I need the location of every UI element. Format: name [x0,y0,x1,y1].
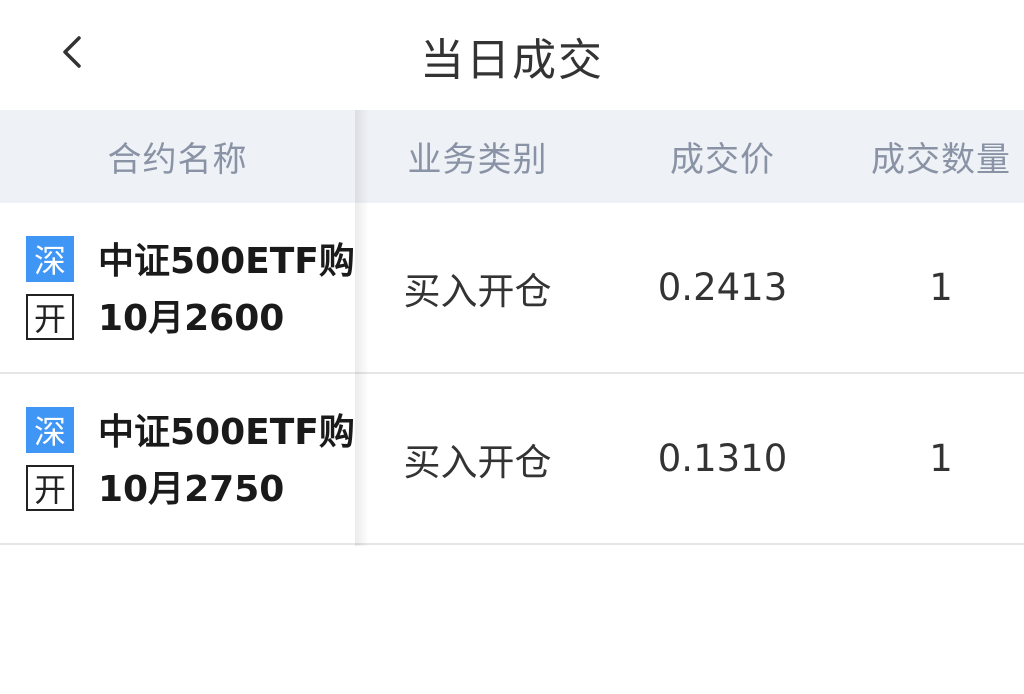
action-tag: 开 [26,465,74,511]
contract-tags: 深 开 [26,407,74,511]
business-type-cell: 买入开仓 [403,440,552,484]
quantity-cell: 1 [929,437,953,480]
table-header: 合约名称 业务类别 成交价 成交数量 [0,110,1024,203]
price-cell: 0.1310 [657,437,788,480]
contract-cell: 深 开 中证500ETF购 10月2600 [0,203,355,372]
contract-name-line1: 中证500ETF购 [98,241,355,282]
trades-table: 合约名称 业务类别 成交价 成交数量 深 开 中证500ETF购 10月2600… [0,110,1024,546]
contract-name-line2: 10月2750 [98,469,285,510]
col-header-business-type[interactable]: 业务类别 [355,110,600,203]
col-header-contract-name[interactable]: 合约名称 [0,110,355,203]
top-bar: 当日成交 [0,0,1024,110]
contract-name-line2: 10月2600 [98,298,285,339]
action-tag: 开 [26,294,74,340]
price-cell: 0.2413 [657,266,788,309]
table-row[interactable]: 深 开 中证500ETF购 10月2750 买入开仓 0.1310 1 [0,374,1024,545]
col-header-price[interactable]: 成交价 [600,110,845,203]
col-header-quantity[interactable]: 成交数量 [845,110,1024,203]
page-title: 当日成交 [420,35,604,86]
quantity-cell: 1 [929,266,953,309]
contract-name: 中证500ETF购 10月2750 [98,404,358,518]
contract-name-line1: 中证500ETF购 [98,412,355,453]
table-row[interactable]: 深 开 中证500ETF购 10月2600 买入开仓 0.2413 1 [0,203,1024,374]
exchange-tag: 深 [26,236,74,282]
business-type-cell: 买入开仓 [403,269,552,313]
exchange-tag: 深 [26,407,74,453]
contract-tags: 深 开 [26,236,74,340]
contract-name: 中证500ETF购 10月2600 [98,233,358,347]
contract-cell: 深 开 中证500ETF购 10月2750 [0,374,355,543]
